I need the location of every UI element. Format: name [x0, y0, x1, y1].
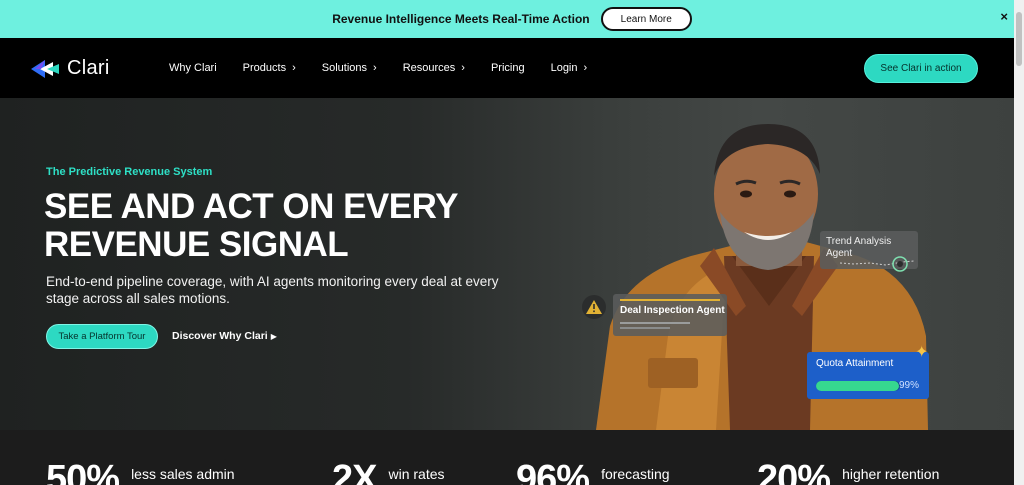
nav-item-solutions[interactable]: Solutions ›: [322, 62, 377, 74]
stat-label: higher retention: [842, 466, 940, 482]
chevron-right-icon: ›: [373, 62, 377, 74]
quota-percent: 99%: [899, 380, 920, 391]
nav-item-label: Why Clari: [169, 62, 217, 74]
stat-label: less sales admin: [131, 466, 235, 482]
trend-card-line-1: Trend Analysis: [826, 236, 892, 247]
deal-card-line: [620, 327, 670, 329]
nav-item-pricing[interactable]: Pricing: [491, 62, 525, 74]
deal-card-line: [620, 322, 690, 324]
stat-value: 96%: [516, 458, 590, 485]
quota-attainment-card: Quota Attainment 99%: [807, 352, 929, 399]
sparkle-icon: ✦: [915, 344, 929, 361]
announcement-text: Revenue Intelligence Meets Real-Time Act…: [332, 12, 590, 26]
announcement-banner: Revenue Intelligence Meets Real-Time Act…: [0, 0, 1014, 38]
nav-menu: Why Clari Products › Solutions › Resources › Pr…: [169, 38, 613, 98]
logo-text: Clari: [67, 57, 110, 79]
nav-item-label: Products: [242, 62, 287, 74]
clari-logo-icon: [31, 58, 61, 80]
stat-item: 50% less sales admin: [46, 460, 235, 485]
nav-item-products[interactable]: Products ›: [243, 62, 296, 74]
trend-sparkline-icon: [840, 256, 915, 272]
close-icon[interactable]: ×: [1000, 10, 1008, 24]
clari-logo[interactable]: Clari: [31, 57, 110, 80]
chevron-right-icon: ›: [461, 62, 465, 74]
warning-icon: [582, 295, 606, 319]
stats-band: 50% less sales admin 2X win rates 96% fo…: [0, 430, 1014, 485]
stat-value: 50%: [46, 458, 120, 485]
stat-value: 2X: [332, 458, 377, 485]
quota-progress-bar: [816, 381, 900, 391]
discover-link-label: Discover Why Clari: [172, 330, 268, 342]
main-nav: Clari Why Clari Products › Solutions › Resour…: [0, 38, 1014, 98]
nav-item-label: Resources: [402, 62, 456, 74]
nav-item-label: Login: [550, 62, 578, 74]
discover-why-clari-link[interactable]: Discover Why Clari ▶: [172, 330, 277, 342]
scrollbar-thumb[interactable]: [1016, 12, 1022, 66]
hero-section: The Predictive Revenue System SEE AND AC…: [0, 98, 1014, 430]
quota-progress-fill: [816, 381, 900, 391]
see-clari-in-action-button[interactable]: See Clari in action: [864, 54, 978, 83]
nav-item-label: Solutions: [321, 62, 368, 74]
quota-card-title: Quota Attainment: [816, 358, 894, 369]
play-arrow-icon: ▶: [270, 331, 277, 341]
learn-more-button[interactable]: Learn More: [600, 7, 692, 31]
stat-label: win rates: [388, 466, 445, 482]
headline-line-2: REVENUE SIGNAL: [44, 225, 349, 264]
trend-analysis-card: Trend Analysis Agent: [820, 231, 918, 272]
nav-item-login[interactable]: Login ›: [551, 62, 588, 74]
nav-item-resources[interactable]: Resources ›: [403, 62, 465, 74]
hero-eyebrow: The Predictive Revenue System: [46, 166, 213, 178]
stat-value: 20%: [757, 458, 831, 485]
page-scrollbar[interactable]: [1014, 0, 1024, 485]
stat-label: forecasting: [601, 466, 670, 482]
deal-inspection-card: Deal Inspection Agent: [613, 294, 727, 336]
hero-subtext: End-to-end pipeline coverage, with AI ag…: [46, 274, 499, 306]
headline-line-1: SEE AND ACT ON EVERY: [44, 187, 458, 226]
chevron-right-icon: ›: [292, 62, 296, 74]
deal-card-accent: [620, 299, 720, 301]
deal-card-title: Deal Inspection Agent: [620, 305, 725, 316]
nav-item-why-clari[interactable]: Why Clari: [169, 62, 217, 74]
stat-item: 20% higher retention: [757, 460, 939, 485]
chevron-right-icon: ›: [583, 62, 588, 74]
nav-item-label: Pricing: [490, 62, 525, 74]
stat-item: 96% forecasting: [516, 460, 670, 485]
platform-tour-button[interactable]: Take a Platform Tour: [46, 324, 158, 349]
hero-headline: SEE AND ACT ON EVERY REVENUE SIGNAL: [44, 188, 504, 264]
stat-item: 2X win rates: [332, 460, 445, 485]
